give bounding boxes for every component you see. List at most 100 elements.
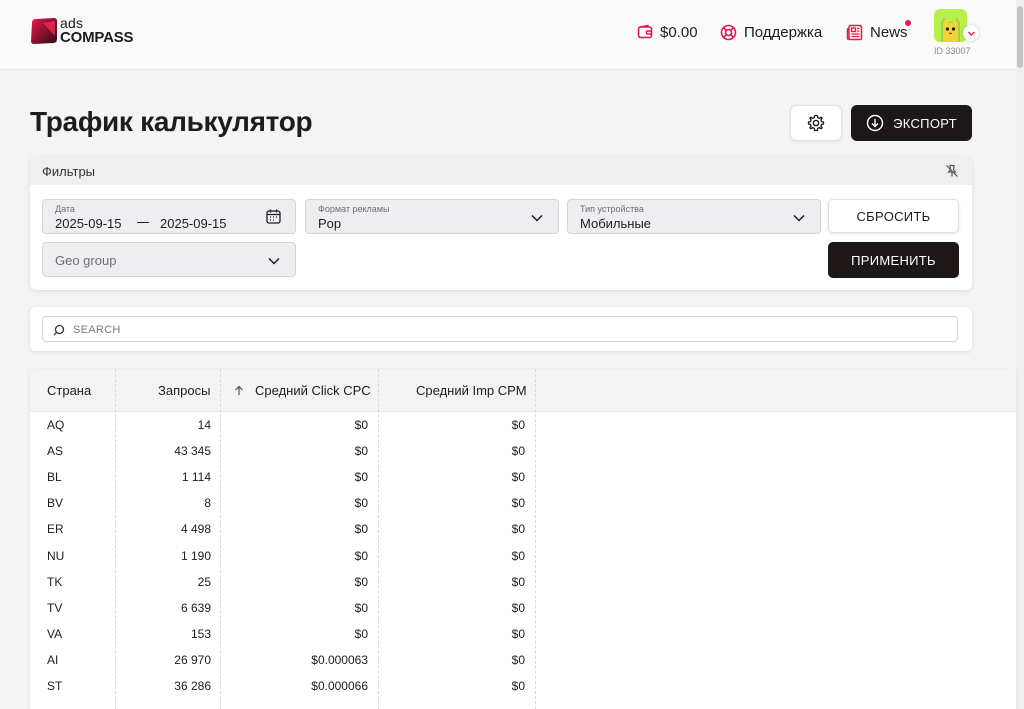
balance-link[interactable]: $0.00 [637, 22, 698, 42]
gear-icon [807, 114, 825, 132]
table-header: Страна Запросы Средний Click CPC Средний… [30, 369, 1016, 412]
filters-panel: Фильтры Дата 2025-09-15 2025-09-15 Форма… [30, 157, 972, 290]
cell-cpm: $0 [511, 600, 525, 615]
apply-button[interactable]: ПРИМЕНИТЬ [828, 242, 959, 278]
table-row: ER 4 498 $0 $0 [30, 516, 1016, 542]
cell-country: AS [47, 444, 64, 459]
cell-country: BL [47, 470, 62, 485]
cell-cpc: $0 [354, 548, 368, 563]
cell-country: BV [47, 496, 64, 511]
account-menu-toggle[interactable] [963, 25, 979, 41]
table-row: AI 26 970 $0.000063 $0 [30, 647, 1016, 673]
cell-cpm: $0 [511, 679, 525, 693]
cell-country: TK [47, 574, 63, 589]
cell-requests: 153 [190, 626, 211, 641]
table-row: TK 25 $0 $0 [30, 569, 1016, 595]
cell-cpm: $0 [511, 470, 525, 485]
cell-cpm: $0 [511, 548, 525, 563]
avatar[interactable] [934, 9, 967, 42]
table-row: BV 8 $0 $0 [30, 490, 1016, 516]
date-range-field[interactable]: Дата 2025-09-15 2025-09-15 [42, 199, 296, 234]
cell-country: ST [47, 679, 63, 693]
table-row: BL 1 114 $0 $0 [30, 464, 1016, 490]
ad-format-select[interactable]: Формат рекламы Pop [305, 199, 559, 234]
top-header: ads COMPASS $0.00 Поддержка News ID 3300… [0, 0, 1016, 70]
column-header-cpm[interactable]: Средний Imp CPM [416, 369, 527, 412]
news-link[interactable]: News [846, 22, 908, 42]
cell-cpc: $0 [354, 600, 368, 615]
cell-requests: 14 [197, 418, 211, 432]
page-scrollbar[interactable] [1016, 0, 1024, 709]
cell-cpm: $0 [511, 418, 525, 432]
cell-cpm: $0 [511, 444, 525, 459]
cell-cpm: $0 [511, 496, 525, 511]
cell-cpc: $0.000066 [311, 679, 368, 693]
device-type-value: Мобильные [580, 216, 652, 231]
table-row: VA 153 $0 $0 [30, 621, 1016, 647]
cell-requests: 26 970 [174, 652, 211, 667]
page-title: Трафик калькулятор [30, 106, 313, 137]
balance-amount: $0.00 [660, 23, 698, 41]
chevron-down-icon [531, 214, 543, 222]
column-header-requests[interactable]: Запросы [158, 369, 210, 412]
newspaper-icon [846, 24, 863, 40]
logo-mark-icon [31, 18, 57, 44]
date-to[interactable]: 2025-09-15 [160, 216, 227, 231]
cell-cpc: $0.000063 [311, 652, 368, 667]
cat-avatar-icon [941, 17, 960, 42]
ad-format-label: Формат рекламы [318, 204, 390, 214]
device-type-select[interactable]: Тип устройства Мобильные [567, 199, 821, 234]
column-header-cpc-label: Средний Click CPC [255, 383, 371, 398]
search-input[interactable] [73, 322, 943, 337]
geo-group-select[interactable]: Geo group [42, 242, 296, 277]
filters-header: Фильтры [30, 157, 972, 185]
table-row: AS 43 345 $0 $0 [30, 438, 1016, 464]
column-header-cpc[interactable]: Средний Click CPC [234, 369, 371, 412]
cell-country: NU [47, 548, 65, 563]
device-type-label: Тип устройства [580, 204, 644, 214]
cell-requests: 4 498 [180, 522, 211, 537]
cell-cpc: $0 [354, 496, 368, 511]
calendar-icon[interactable] [265, 208, 282, 225]
settings-button[interactable] [790, 105, 842, 141]
logo-text-compass: COMPASS [60, 29, 134, 46]
cell-cpm: $0 [511, 652, 525, 667]
table-row: ST 36 286 $0.000066 $0 [30, 673, 1016, 699]
user-id: ID 33007 [934, 46, 971, 56]
scrollbar-thumb[interactable] [1017, 6, 1023, 68]
support-label: Поддержка [744, 23, 823, 41]
support-link[interactable]: Поддержка [720, 22, 822, 42]
lifebuoy-icon [720, 24, 737, 40]
reset-button[interactable]: СБРОСИТЬ [828, 199, 959, 233]
chevron-down-icon [268, 257, 280, 265]
download-circle-icon [866, 114, 884, 132]
geo-group-placeholder: Geo group [55, 253, 117, 268]
ad-format-value: Pop [318, 216, 342, 231]
table-row: AQ 14 $0 $0 [30, 412, 1016, 438]
cell-country: TV [47, 600, 63, 615]
cell-cpc: $0 [354, 626, 368, 641]
cell-country: VA [47, 626, 63, 641]
cell-requests: 25 [197, 574, 211, 589]
cell-cpm: $0 [511, 522, 525, 537]
column-header-country[interactable]: Страна [47, 369, 91, 412]
unpin-icon[interactable] [945, 164, 959, 178]
cell-cpc: $0 [354, 470, 368, 485]
cell-cpc: $0 [354, 418, 368, 432]
logo[interactable]: ads COMPASS [30, 15, 140, 47]
export-button[interactable]: ЭКСПОРТ [851, 105, 972, 141]
date-from[interactable]: 2025-09-15 [55, 216, 122, 231]
cell-cpc: $0 [354, 574, 368, 589]
cell-requests: 6 639 [180, 600, 211, 615]
table-row: NU 1 190 $0 $0 [30, 543, 1016, 569]
cell-country: ER [47, 522, 64, 537]
cell-cpc: $0 [354, 444, 368, 459]
export-label: ЭКСПОРТ [893, 115, 957, 131]
news-notification-dot [905, 20, 911, 26]
search-box[interactable] [42, 316, 958, 342]
table-row: TV 6 639 $0 $0 [30, 595, 1016, 621]
cell-requests: 43 345 [174, 444, 211, 459]
search-icon [53, 324, 65, 336]
date-label: Дата [55, 204, 75, 214]
date-separator [137, 222, 149, 223]
